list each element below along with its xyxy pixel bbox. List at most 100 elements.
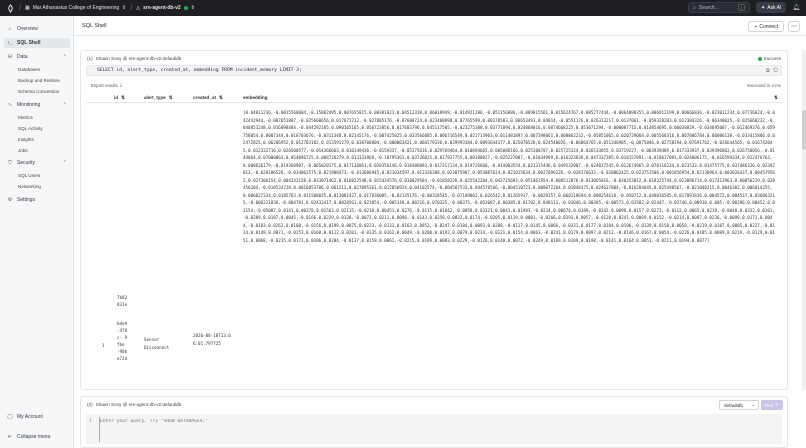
cell-embedding: [0.04011236,-0.0015560604,-0.15882495,0.… [243,110,775,243]
chevron-up-icon: ⌃ [62,160,67,166]
pulse-icon: ∿ [7,102,13,108]
sidebar-item-monitoring[interactable]: ∿ Monitoring ⌃ [4,100,70,110]
connect-icon: ⌁ [754,23,758,30]
sidebar-item-settings[interactable]: ⚙ Settings [4,195,70,205]
instance-name: sre-agent-db-v2 [143,5,181,11]
sql-query-text[interactable]: SELECT id, alert_type, created_at, embed… [86,65,782,76]
download-icon: ⇩ [119,83,123,88]
cell-id-rest: bde9 -478 c- 9fbe -90b e72d [117,321,128,361]
sidebar-item-databases[interactable]: Databases [18,67,40,72]
cockroach-logo-icon[interactable] [6,3,15,13]
success-dot-icon [757,56,762,61]
sidebar-item-label: Data [17,54,28,60]
sort-icon: ⇅ [218,95,223,100]
database-select[interactable]: defaultdb ⌄ [719,400,759,410]
top-bar: / ▦ Mar Athanasius College of Engineerin… [0,0,806,16]
status-dot-icon [183,6,188,10]
query-cell-2: (2) Shawn Sony @ sre-agent-db-v2:default… [80,396,788,448]
sidebar-item-data[interactable]: ⛁ Data ⌃ [4,52,70,62]
results-table-header: id ⇅ alert_type ⇅ created_at ⇅ embedding ⇅ [86,93,782,103]
global-search[interactable]: ⌕ Search... / [687,2,750,13]
cell-index: (2) [87,402,93,407]
column-header-alert-type[interactable]: alert_type ⇅ [144,95,173,101]
topbar-actions: ⌕ Search... / ✦ Ask AI 🔔︎ [687,2,800,13]
run-button[interactable]: Run ↵ [761,400,783,410]
org-name: Mar Athanasius College of Engineering [32,5,120,11]
more-icon: ⋯ [791,24,797,30]
copy-icon[interactable]: ⧉ ⟲ [766,68,778,74]
sidebar-item-backup-restore[interactable]: Backup and Restore [18,78,60,83]
line-number: 1 [89,419,92,424]
search-placeholder: Search... [698,4,719,11]
chevron-updown-icon: ⇕ [190,5,195,11]
enter-icon: ↵ [775,402,780,407]
sidebar-item-label: Collapse menu [17,434,51,440]
connect-label: Connect [759,23,778,30]
cell-id-top: 7b82 831e [117,295,128,307]
scrollbar[interactable] [802,50,806,390]
status-badge: Success [757,56,781,61]
shield-icon: ⛉ [8,160,12,166]
bell-icon[interactable]: 🔔︎ [792,4,800,11]
breadcrumb-separator: / [19,4,21,12]
sparkle-icon: ✦ [760,4,766,11]
cell-user: Shawn Sony @ sre-agent-db-v2:defaultdb [95,402,182,407]
run-label: Run [764,402,774,408]
sidebar-item-label: SQL Shell [17,40,41,46]
database-icon: ⛁ [7,54,13,60]
ask-ai-button[interactable]: ✦ Ask AI [755,2,787,13]
column-header-embedding[interactable]: embedding [243,95,268,100]
chevron-updown-icon: ⇕ [122,5,127,11]
chevron-up-icon: ⌃ [62,54,67,60]
query-editor[interactable]: 1 [86,414,782,444]
sidebar-item-overview[interactable]: ⌂ Overview [4,24,70,34]
query-cell-1: (1) Shawn Sony @ sre-agent-db-v2:default… [80,50,788,390]
terminal-icon: ›_ [7,40,13,46]
search-shortcut: / [737,4,745,11]
sidebar-item-jobs[interactable]: Jobs [18,148,28,153]
sidebar-item-security[interactable]: ⛉ Security ⌃ [4,158,70,168]
collapse-icon: ⇤ [7,434,13,440]
user-circle-icon: ◯ [7,414,13,420]
ask-ai-label: Ask AI [767,4,782,11]
cell-created-at: 2026-08-18T13:06:01.797725 [193,333,231,346]
connect-button[interactable]: ⌁ Connect [748,21,784,32]
sidebar-item-metrics[interactable]: Metrics [18,115,33,120]
cluster-icon: ◬ [136,5,141,11]
sidebar-item-label: Security [17,160,36,166]
sidebar-item-sql-activity[interactable]: SQL Activity [18,126,43,131]
sidebar-item-sql-shell[interactable]: ›_ SQL Shell [4,38,70,48]
sidebar-item-my-account[interactable]: ◯ My Account [4,412,70,422]
org-icon: ▦ [24,5,30,11]
sidebar-item-insights[interactable]: Insights [18,137,34,142]
page-header: SQL Shell [74,16,806,36]
query-input[interactable] [100,417,770,425]
scrollbar-thumb[interactable] [802,110,806,150]
chevron-down-icon: ⌄ [751,402,755,407]
breadcrumb-org[interactable]: ▦ Mar Athanasius College of Engineering … [25,5,126,11]
sidebar-item-schema-conversion[interactable]: Schema Conversion [18,89,59,94]
collapse-menu-button[interactable]: ⇤ Collapse menu [4,432,70,442]
query-text: SELECT id, alert_type, created_at, embed… [97,68,302,73]
execution-time: Executed in 4 ms [747,83,781,88]
column-header-created-at[interactable]: created_at ⇅ [193,95,223,101]
status-label: Success [763,56,781,61]
search-icon: ⌕ [692,4,696,11]
cell-user: Shawn Sony @ sre-agent-db-v2:defaultdb [95,56,182,61]
cell-header: (1) Shawn Sony @ sre-agent-db-v2:default… [87,56,181,61]
breadcrumb-instance[interactable]: ◬ sre-agent-db-v2 ⇕ [136,5,195,11]
sidebar: ⌂ Overview ›_ SQL Shell ⛁ Data ⌃ Databas… [0,16,74,448]
sidebar-item-label: Monitoring [17,102,41,108]
sidebar-item-sql-users[interactable]: SQL Users [18,173,40,178]
sidebar-item-label: My Account [17,414,43,420]
page-title: SQL Shell [82,22,107,29]
sort-icon[interactable]: ⇅ [774,95,778,101]
sidebar-item-label: Overview [17,26,38,32]
cell-alert-type: Sensor Disconnect [144,337,170,350]
sidebar-item-networking[interactable]: Networking [18,184,41,189]
table-row[interactable]: 1 7b82 831e bde9 -478 c- 9fbe -90b e72d … [86,104,782,386]
column-header-id[interactable]: id ⇅ [114,95,125,101]
export-results-link[interactable]: Export results ⇩ [91,83,123,89]
more-options-button[interactable]: ⋯ [788,21,800,32]
cell-index: (1) [87,56,93,61]
